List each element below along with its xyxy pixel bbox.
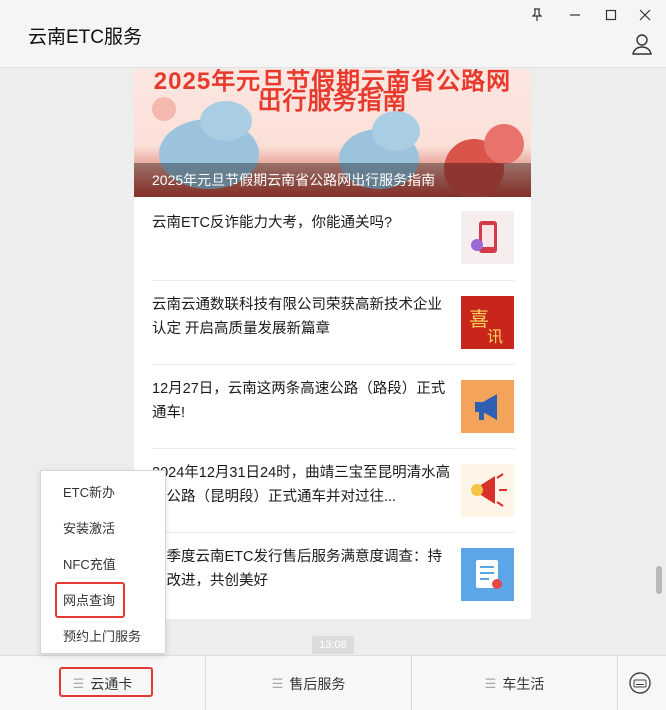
menu-lines-icon: ☰	[484, 675, 497, 691]
megaphone-red-icon	[461, 464, 514, 517]
menu-item-highlight-box	[55, 582, 125, 618]
celebration-icon: 喜讯	[461, 296, 514, 349]
article-title: 云南ETC反诈能力大考，你能通关吗?	[152, 215, 393, 231]
title-bar: 云南ETC服务	[0, 0, 666, 68]
article-title: 12月27日，云南这两条高速公路（路段）正式通车!	[152, 381, 446, 421]
close-icon[interactable]	[630, 4, 660, 26]
menu-item-nfc-recharge[interactable]: NFC充值	[41, 547, 167, 583]
app-title: 云南ETC服务	[28, 27, 143, 48]
maximize-icon[interactable]	[596, 4, 626, 26]
tab-label: 售后服务	[289, 675, 346, 692]
profile-icon[interactable]	[630, 32, 654, 56]
survey-icon	[461, 548, 514, 601]
timestamp: 13:08	[312, 636, 354, 654]
article-item[interactable]: 2024年12月31日24时，曲靖三宝至昆明清水高速公路（昆明段）正式通车并对过…	[152, 449, 514, 533]
megaphone-icon	[461, 380, 514, 433]
article-item[interactable]: 云南云通数联科技有限公司荣获高新技术企业认定 开启高质量发展新篇章 喜讯	[152, 281, 514, 365]
tab-after-sales[interactable]: ☰ 售后服务	[206, 656, 412, 710]
tab-highlight-box	[59, 667, 153, 697]
article-item[interactable]: 云南ETC反诈能力大考，你能通关吗?	[152, 197, 514, 281]
article-item[interactable]: 12月27日，云南这两条高速公路（路段）正式通车!	[152, 365, 514, 449]
banner[interactable]: 2025年元旦节假期云南省公路网 出行服务指南 2025年元旦节假期云南省公路网…	[134, 69, 531, 197]
keyboard-icon[interactable]	[628, 671, 652, 695]
menu-item-install-activate[interactable]: 安装激活	[41, 511, 167, 547]
svg-text:喜: 喜	[469, 307, 489, 331]
banner-headline: 出行服务指南	[257, 88, 408, 115]
tab-label: 车生活	[502, 675, 545, 692]
menu-item-home-service[interactable]: 预约上门服务	[41, 619, 167, 655]
banner-caption: 2025年元旦节假期云南省公路网出行服务指南	[134, 163, 531, 197]
svg-text:讯: 讯	[487, 327, 503, 346]
menu-lines-icon: ☰	[271, 675, 284, 691]
article-card: 2025年元旦节假期云南省公路网 出行服务指南 2025年元旦节假期云南省公路网…	[134, 69, 531, 619]
article-title: 云南云通数联科技有限公司荣获高新技术企业认定 开启高质量发展新篇章	[152, 297, 442, 337]
pin-icon[interactable]	[522, 4, 552, 26]
tab-car-life[interactable]: ☰ 车生活	[412, 656, 618, 710]
submenu-popup: ETC新办 安装激活 NFC充值 网点查询 预约上门服务	[40, 470, 166, 654]
menu-item-etc-new[interactable]: ETC新办	[41, 475, 167, 511]
scrollbar-thumb[interactable]	[656, 566, 662, 594]
article-item[interactable]: 四季度云南ETC发行售后服务满意度调查：持续改进，共创美好	[152, 533, 514, 617]
phone-fraud-icon	[461, 211, 514, 264]
article-title: 2024年12月31日24时，曲靖三宝至昆明清水高速公路（昆明段）正式通车并对过…	[152, 465, 451, 505]
article-title: 四季度云南ETC发行售后服务满意度调查：持续改进，共创美好	[152, 549, 442, 589]
minimize-icon[interactable]	[560, 4, 590, 26]
